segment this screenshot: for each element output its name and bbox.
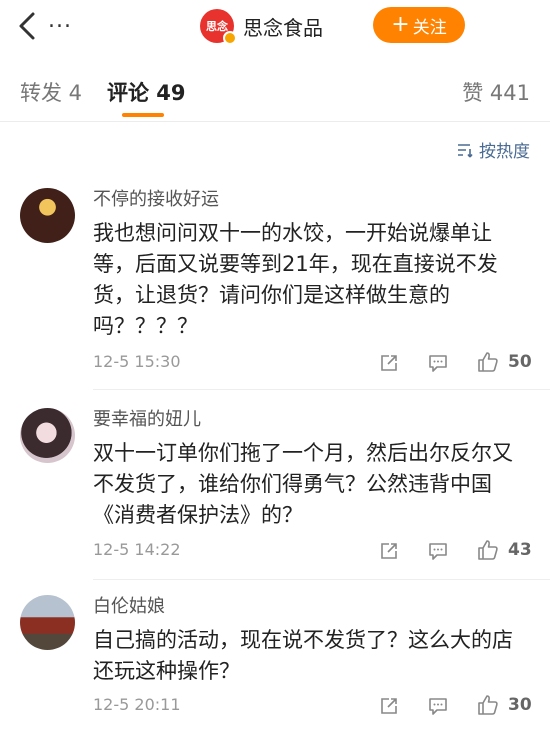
reply-icon[interactable]	[428, 541, 448, 561]
active-tab-indicator	[122, 113, 164, 117]
sort-icon	[458, 143, 473, 157]
avatar[interactable]	[20, 408, 75, 463]
like-icon[interactable]	[477, 351, 499, 373]
follow-button[interactable]: + 关注	[373, 7, 465, 43]
like-count: 50	[508, 352, 532, 372]
like-icon[interactable]	[477, 539, 499, 561]
like-count: 43	[508, 540, 532, 560]
follow-label: 关注	[412, 17, 447, 38]
account-name[interactable]: 思念食品	[243, 12, 323, 41]
top-bar: ... 思念 思念食品 + 关注	[0, 0, 550, 54]
reply-icon[interactable]	[428, 353, 448, 373]
share-icon[interactable]	[379, 353, 399, 373]
tab-bar: 转发 4 评论 49 赞 441	[0, 62, 550, 122]
comment-time: 12-5 15:30	[93, 352, 181, 371]
back-icon[interactable]	[14, 10, 42, 42]
comment-text: 双十一订单你们拖了一个月，然后出尔反尔又不发货了，谁给你们得勇气？公然违背中国《…	[93, 441, 513, 527]
brand-logo: 思念	[200, 9, 237, 45]
comment-username[interactable]: 要幸福的妞儿	[93, 405, 201, 431]
more-icon[interactable]: ...	[48, 8, 72, 33]
comment-text: 我也想问问双十一的水饺，一开始说爆单让等，后面又说要等到21年，现在直接说不发货…	[93, 221, 498, 338]
comment-username[interactable]: 不停的接收好运	[93, 185, 219, 211]
tab-likes[interactable]: 赞 441	[462, 77, 530, 107]
like-icon[interactable]	[477, 694, 499, 716]
sort-by-hot-button[interactable]: 按热度	[456, 137, 530, 162]
comment-text: 自己搞的活动，现在说不发货了？这么大的店还玩这种操作？	[93, 628, 513, 683]
share-icon[interactable]	[379, 696, 399, 716]
verified-badge-icon	[223, 31, 237, 45]
sort-label: 按热度	[479, 142, 530, 162]
share-icon[interactable]	[379, 541, 399, 561]
like-count: 30	[508, 695, 532, 715]
tab-repost[interactable]: 转发 4	[20, 77, 82, 107]
comment-time: 12-5 20:11	[93, 695, 181, 714]
reply-icon[interactable]	[428, 696, 448, 716]
comment-username[interactable]: 白伦姑娘	[93, 592, 165, 618]
account-header[interactable]: 思念 思念食品	[200, 9, 323, 45]
comment-time: 12-5 14:22	[93, 540, 181, 559]
divider	[93, 389, 550, 390]
plus-icon: +	[391, 12, 410, 37]
divider	[93, 579, 550, 580]
avatar[interactable]	[20, 188, 75, 243]
tab-comments[interactable]: 评论 49	[107, 77, 186, 107]
avatar[interactable]	[20, 595, 75, 650]
